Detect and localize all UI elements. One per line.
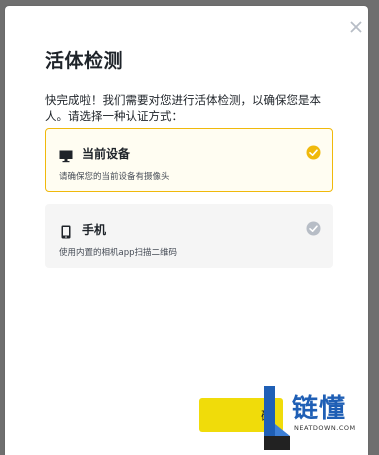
- option-subtitle: 使用内置的相机app扫描二维码: [59, 248, 178, 258]
- close-icon[interactable]: [345, 16, 367, 38]
- phone-icon: [59, 224, 73, 239]
- option-phone[interactable]: 手机 使用内置的相机app扫描二维码: [45, 204, 333, 268]
- option-current-device[interactable]: 当前设备 请确保您的当前设备有摄像头: [45, 128, 333, 192]
- check-circle-icon: [306, 221, 321, 236]
- check-circle-icon: [306, 145, 321, 160]
- option-title: 手机: [82, 223, 107, 237]
- watermark-brand: 链懂: [292, 394, 347, 424]
- watermark-domain: NEATDOWN.COM: [294, 424, 356, 432]
- brand-logo-icon: [262, 386, 292, 454]
- option-title: 当前设备: [82, 147, 131, 161]
- option-subtitle: 请确保您的当前设备有摄像头: [59, 172, 170, 182]
- dialog-description: 快完成啦！我们需要对您进行活体检测，以确保您是本人。请选择一种认证方式：: [45, 93, 321, 123]
- monitor-icon: [59, 148, 73, 163]
- watermark: 链懂 NEATDOWN.COM: [258, 382, 376, 452]
- dialog-title: 活体检测: [45, 50, 124, 72]
